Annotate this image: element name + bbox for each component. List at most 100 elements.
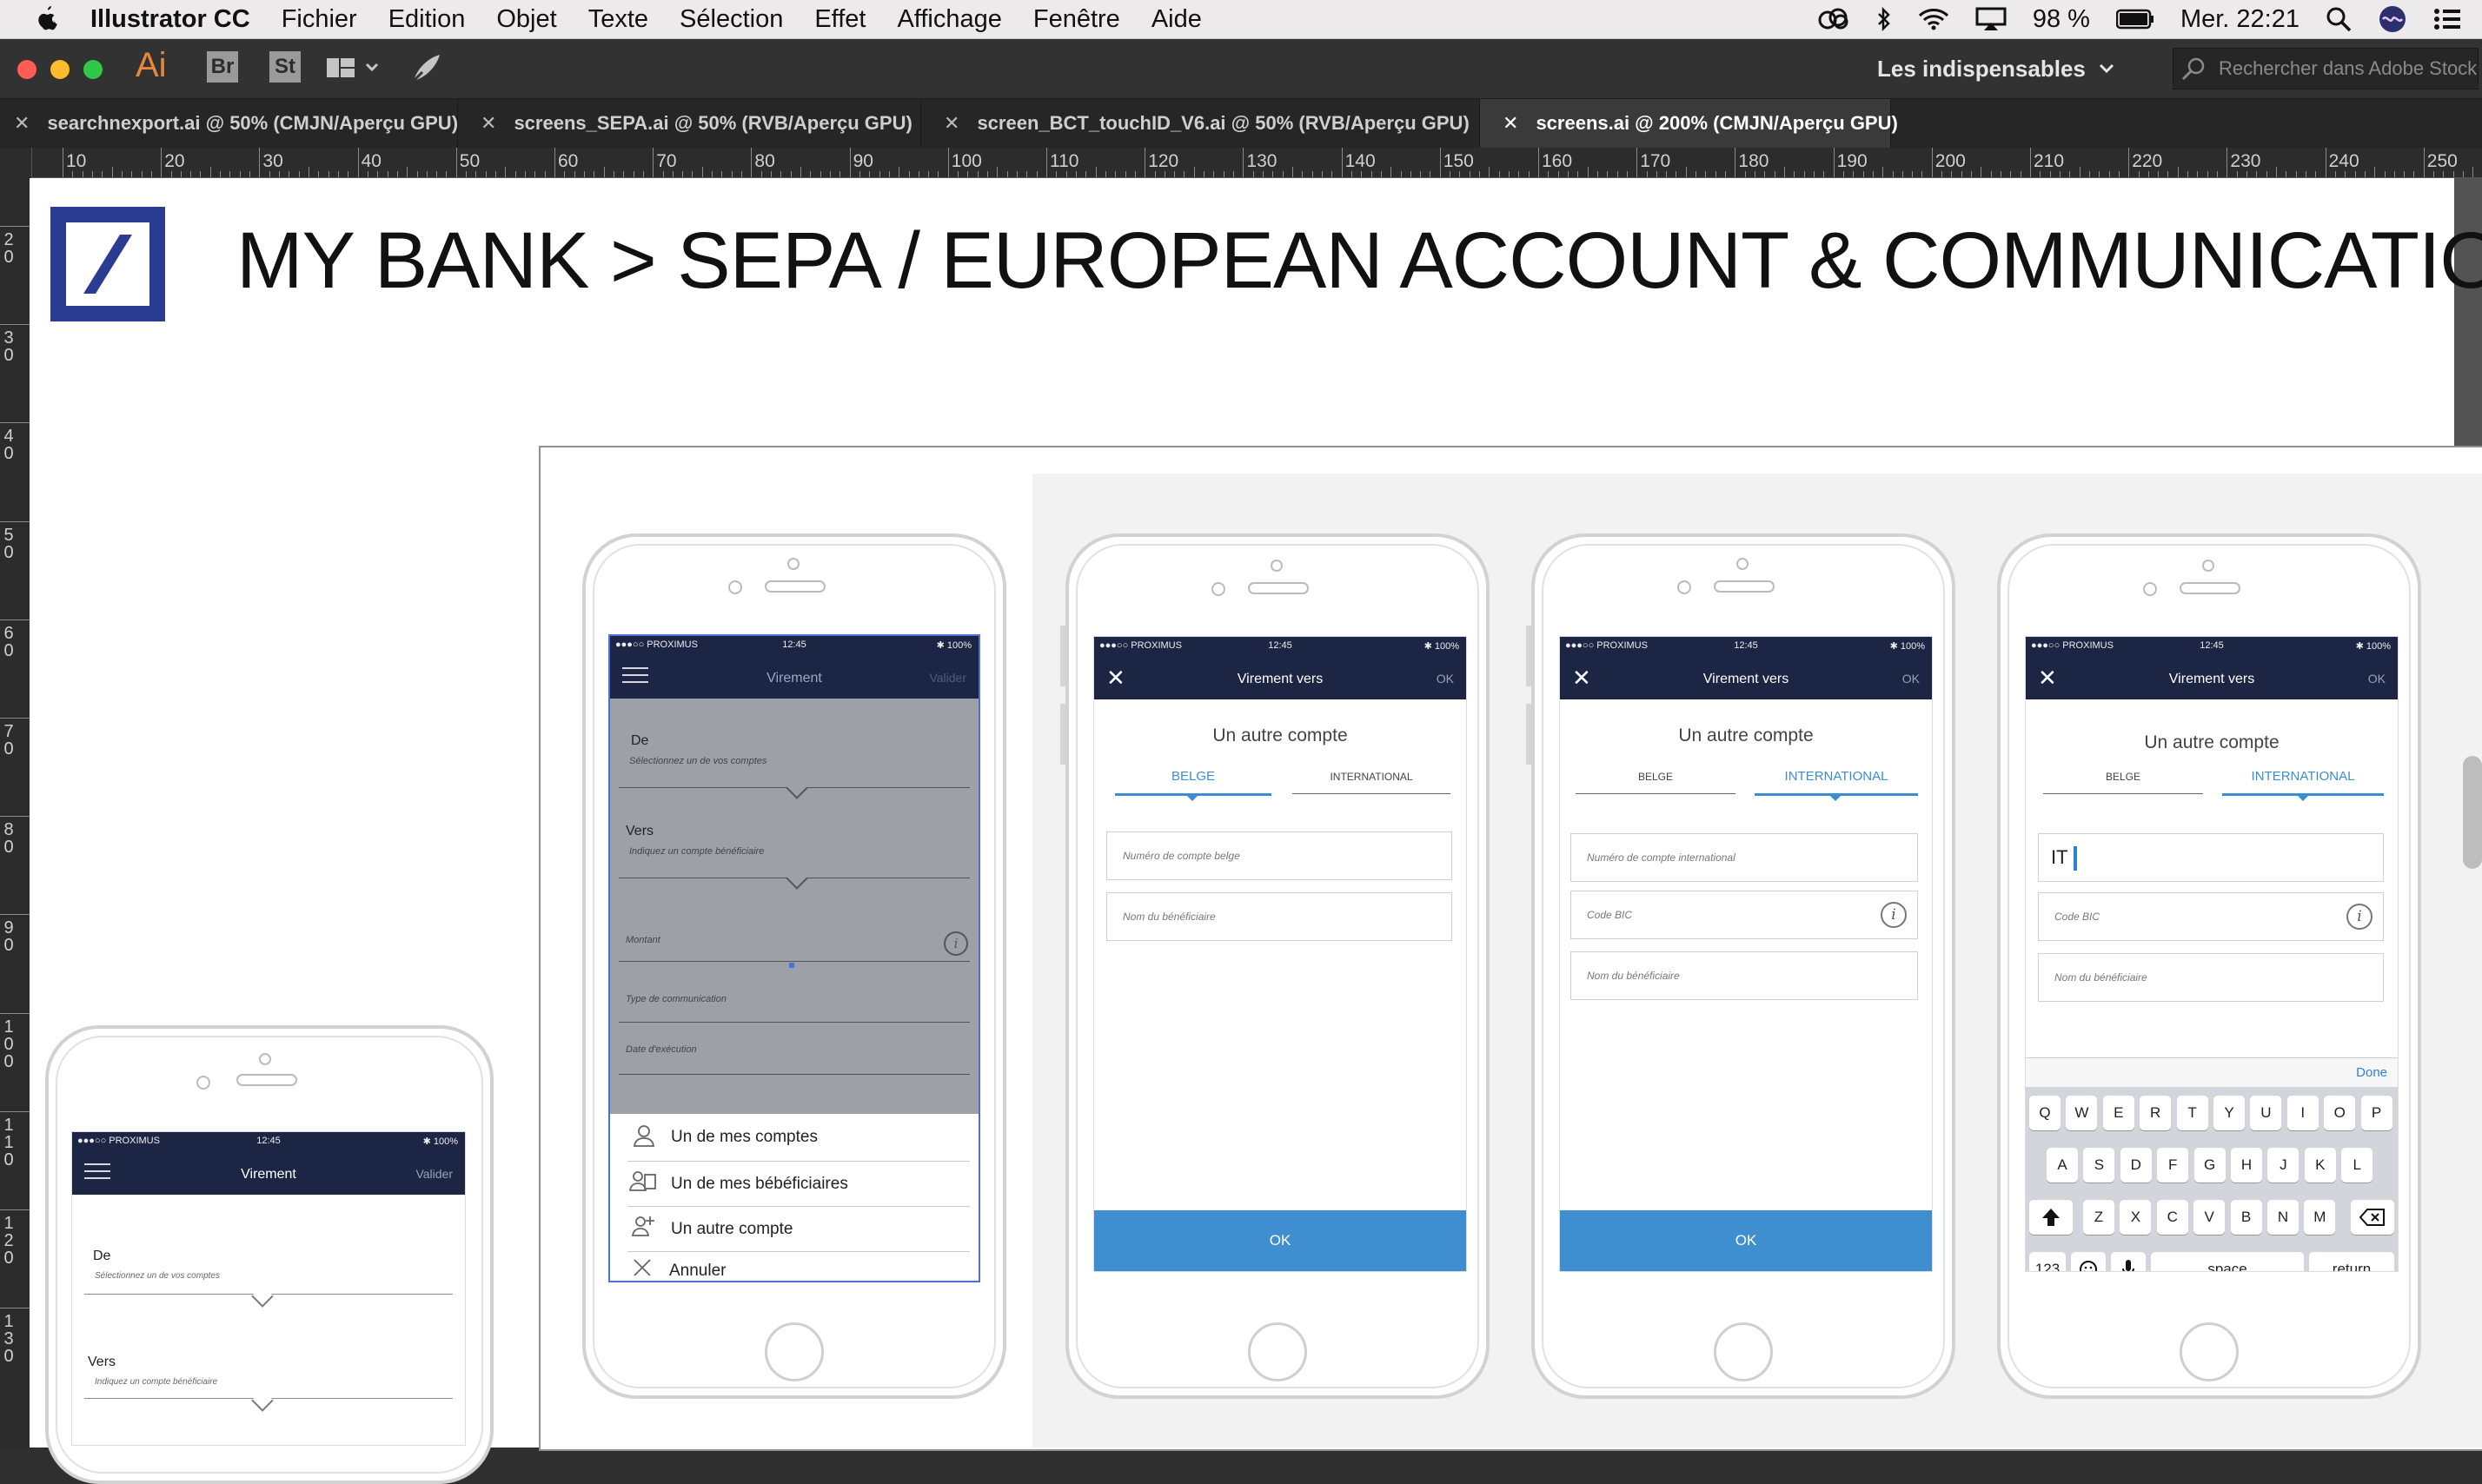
tab-international[interactable]: INTERNATIONAL [1755, 769, 1918, 784]
key-e[interactable]: E [2102, 1096, 2134, 1130]
info-icon[interactable]: i [944, 931, 968, 956]
backspace-key[interactable] [2351, 1200, 2394, 1235]
vertical-ruler[interactable]: 2 0 3 0 4 0 5 0 6 0 7 0 8 0 9 0 1 0 0 1 1 0 1 2 0 1… [0, 148, 32, 1448]
key-s[interactable]: S [2083, 1148, 2115, 1183]
adobe-stock-search-input[interactable]: Rechercher dans Adobe Stock [2173, 48, 2479, 89]
minimize-window-button[interactable] [50, 60, 70, 79]
tab-belge[interactable]: BELGE [1115, 769, 1271, 784]
space-key[interactable]: space [2151, 1252, 2304, 1271]
international-account-number-input[interactable]: Numéro de compte international [1570, 833, 1918, 882]
menu-fichier[interactable]: Fichier [282, 5, 357, 34]
key-f[interactable]: F [2157, 1148, 2189, 1183]
key-o[interactable]: O [2324, 1096, 2356, 1130]
sheet-option-other-account[interactable]: Un autre compte [671, 1220, 793, 1239]
menu-clock[interactable]: Mer. 22:21 [2180, 5, 2300, 34]
key-d[interactable]: D [2120, 1148, 2152, 1183]
menu-objet[interactable]: Objet [496, 5, 556, 34]
tab-international[interactable]: INTERNATIONAL [2222, 769, 2384, 784]
creative-cloud-icon[interactable] [1817, 8, 1850, 30]
menu-texte[interactable]: Texte [588, 5, 648, 34]
tab-international[interactable]: INTERNATIONAL [1292, 771, 1450, 783]
info-icon[interactable]: i [2346, 904, 2372, 930]
header-ok-button[interactable]: OK [2368, 672, 2386, 686]
zoom-window-button[interactable] [83, 60, 103, 79]
close-window-button[interactable] [17, 60, 36, 79]
key-l[interactable]: L [2341, 1148, 2373, 1183]
notification-center-icon[interactable] [2433, 7, 2461, 31]
sheet-option-my-beneficiaries[interactable]: Un de mes bébéficiaires [671, 1175, 848, 1194]
arrange-documents-icon[interactable] [325, 56, 381, 81]
key-g[interactable]: G [2193, 1148, 2226, 1183]
to-hint[interactable]: Indiquez un compte bénéficiaire [95, 1377, 217, 1387]
key-n[interactable]: N [2267, 1200, 2299, 1235]
wifi-icon[interactable] [1918, 8, 1949, 30]
dictation-key[interactable] [2111, 1252, 2146, 1271]
home-button[interactable] [765, 1322, 824, 1381]
belgian-account-number-input[interactable]: Numéro de compte belge [1106, 831, 1452, 880]
menu-affichage[interactable]: Affichage [897, 5, 1001, 34]
airplay-icon[interactable] [1975, 7, 2007, 31]
numbers-key[interactable]: 123 [2029, 1252, 2066, 1271]
key-b[interactable]: B [2230, 1200, 2262, 1235]
menu-aide[interactable]: Aide [1151, 5, 1202, 34]
key-p[interactable]: P [2360, 1096, 2392, 1130]
bic-code-input[interactable]: Code BIC i [2038, 892, 2384, 941]
workspace-switcher[interactable]: Les indispensables [1877, 53, 2155, 84]
beneficiary-name-input[interactable]: Nom du bénéficiaire [2038, 953, 2384, 1002]
key-q[interactable]: Q [2029, 1096, 2061, 1130]
header-ok-button[interactable]: OK [1902, 672, 1920, 686]
return-key[interactable]: return [2309, 1252, 2394, 1271]
battery-icon[interactable] [2115, 9, 2154, 30]
tab-screens-active[interactable]: ✕ screens.ai @ 200% (CMJN/Aperçu GPU) [1480, 99, 1898, 148]
key-j[interactable]: J [2267, 1148, 2300, 1183]
amount-hint[interactable]: Montant [626, 935, 660, 945]
header-ok-button[interactable]: OK [1437, 672, 1454, 686]
communication-hint[interactable]: Type de communication [626, 994, 727, 1004]
gpu-performance-rocket-icon[interactable] [410, 53, 441, 84]
menu-edition[interactable]: Edition [388, 5, 466, 34]
menu-fenetre[interactable]: Fenêtre [1033, 5, 1120, 34]
shift-key[interactable] [2029, 1200, 2073, 1235]
beneficiary-name-input[interactable]: Nom du bénéficiaire [1570, 951, 1918, 1000]
sheet-option-my-accounts[interactable]: Un de mes comptes [671, 1128, 818, 1147]
header-validate-button[interactable]: Valider [929, 671, 966, 685]
ok-button[interactable]: OK [1560, 1210, 1932, 1271]
key-m[interactable]: M [2304, 1200, 2336, 1235]
close-tab-icon[interactable]: ✕ [944, 112, 959, 135]
keyboard-done-button[interactable]: Done [2356, 1065, 2387, 1080]
close-tab-icon[interactable]: ✕ [481, 112, 496, 135]
tab-belge[interactable]: BELGE [1576, 771, 1735, 783]
key-w[interactable]: W [2066, 1096, 2098, 1130]
horizontal-ruler[interactable]: 10 20 30 40 50 60 70 80 90 100 110 120 130 140 150 160 1… [31, 148, 2482, 178]
menu-app-name[interactable]: Illustrator CC [90, 5, 250, 34]
stock-button[interactable]: St [269, 51, 301, 83]
menu-selection[interactable]: Sélection [680, 5, 783, 34]
close-tab-icon[interactable]: ✕ [1503, 112, 1518, 135]
beneficiary-name-input[interactable]: Nom du bénéficiaire [1106, 892, 1452, 941]
key-t[interactable]: T [2176, 1096, 2208, 1130]
ok-button[interactable]: OK [1094, 1210, 1466, 1271]
spotlight-search-icon[interactable] [2326, 6, 2352, 32]
key-x[interactable]: X [2120, 1200, 2152, 1235]
key-a[interactable]: A [2047, 1148, 2078, 1183]
close-tab-icon[interactable]: ✕ [14, 112, 30, 135]
key-r[interactable]: R [2140, 1096, 2172, 1130]
chevron-down-icon[interactable] [251, 1389, 274, 1412]
key-y[interactable]: Y [2213, 1096, 2245, 1130]
home-button[interactable] [2180, 1322, 2239, 1381]
siri-icon[interactable] [2378, 4, 2407, 34]
execution-date-hint[interactable]: Date d'exécution [626, 1044, 697, 1055]
header-validate-button[interactable]: Valider [415, 1167, 453, 1181]
from-hint[interactable]: Sélectionnez un de vos comptes [95, 1271, 220, 1281]
bic-code-input[interactable]: Code BIC i [1570, 891, 1918, 939]
international-account-number-input[interactable]: IT [2038, 833, 2384, 882]
sheet-option-cancel[interactable]: Annuler [669, 1262, 727, 1281]
home-button[interactable] [1248, 1322, 1307, 1381]
key-v[interactable]: V [2193, 1200, 2226, 1235]
key-k[interactable]: K [2304, 1148, 2336, 1183]
tab-screen-bct-touchid[interactable]: ✕ screen_BCT_touchID_V6.ai @ 50% (RVB/Ape… [921, 99, 1480, 148]
from-hint[interactable]: Sélectionnez un de vos comptes [629, 756, 766, 766]
emoji-key[interactable] [2071, 1252, 2106, 1271]
info-icon[interactable]: i [1881, 902, 1907, 928]
tab-screens-sepa[interactable]: ✕ screens_SEPA.ai @ 50% (RVB/Aperçu GPU) [458, 99, 921, 148]
